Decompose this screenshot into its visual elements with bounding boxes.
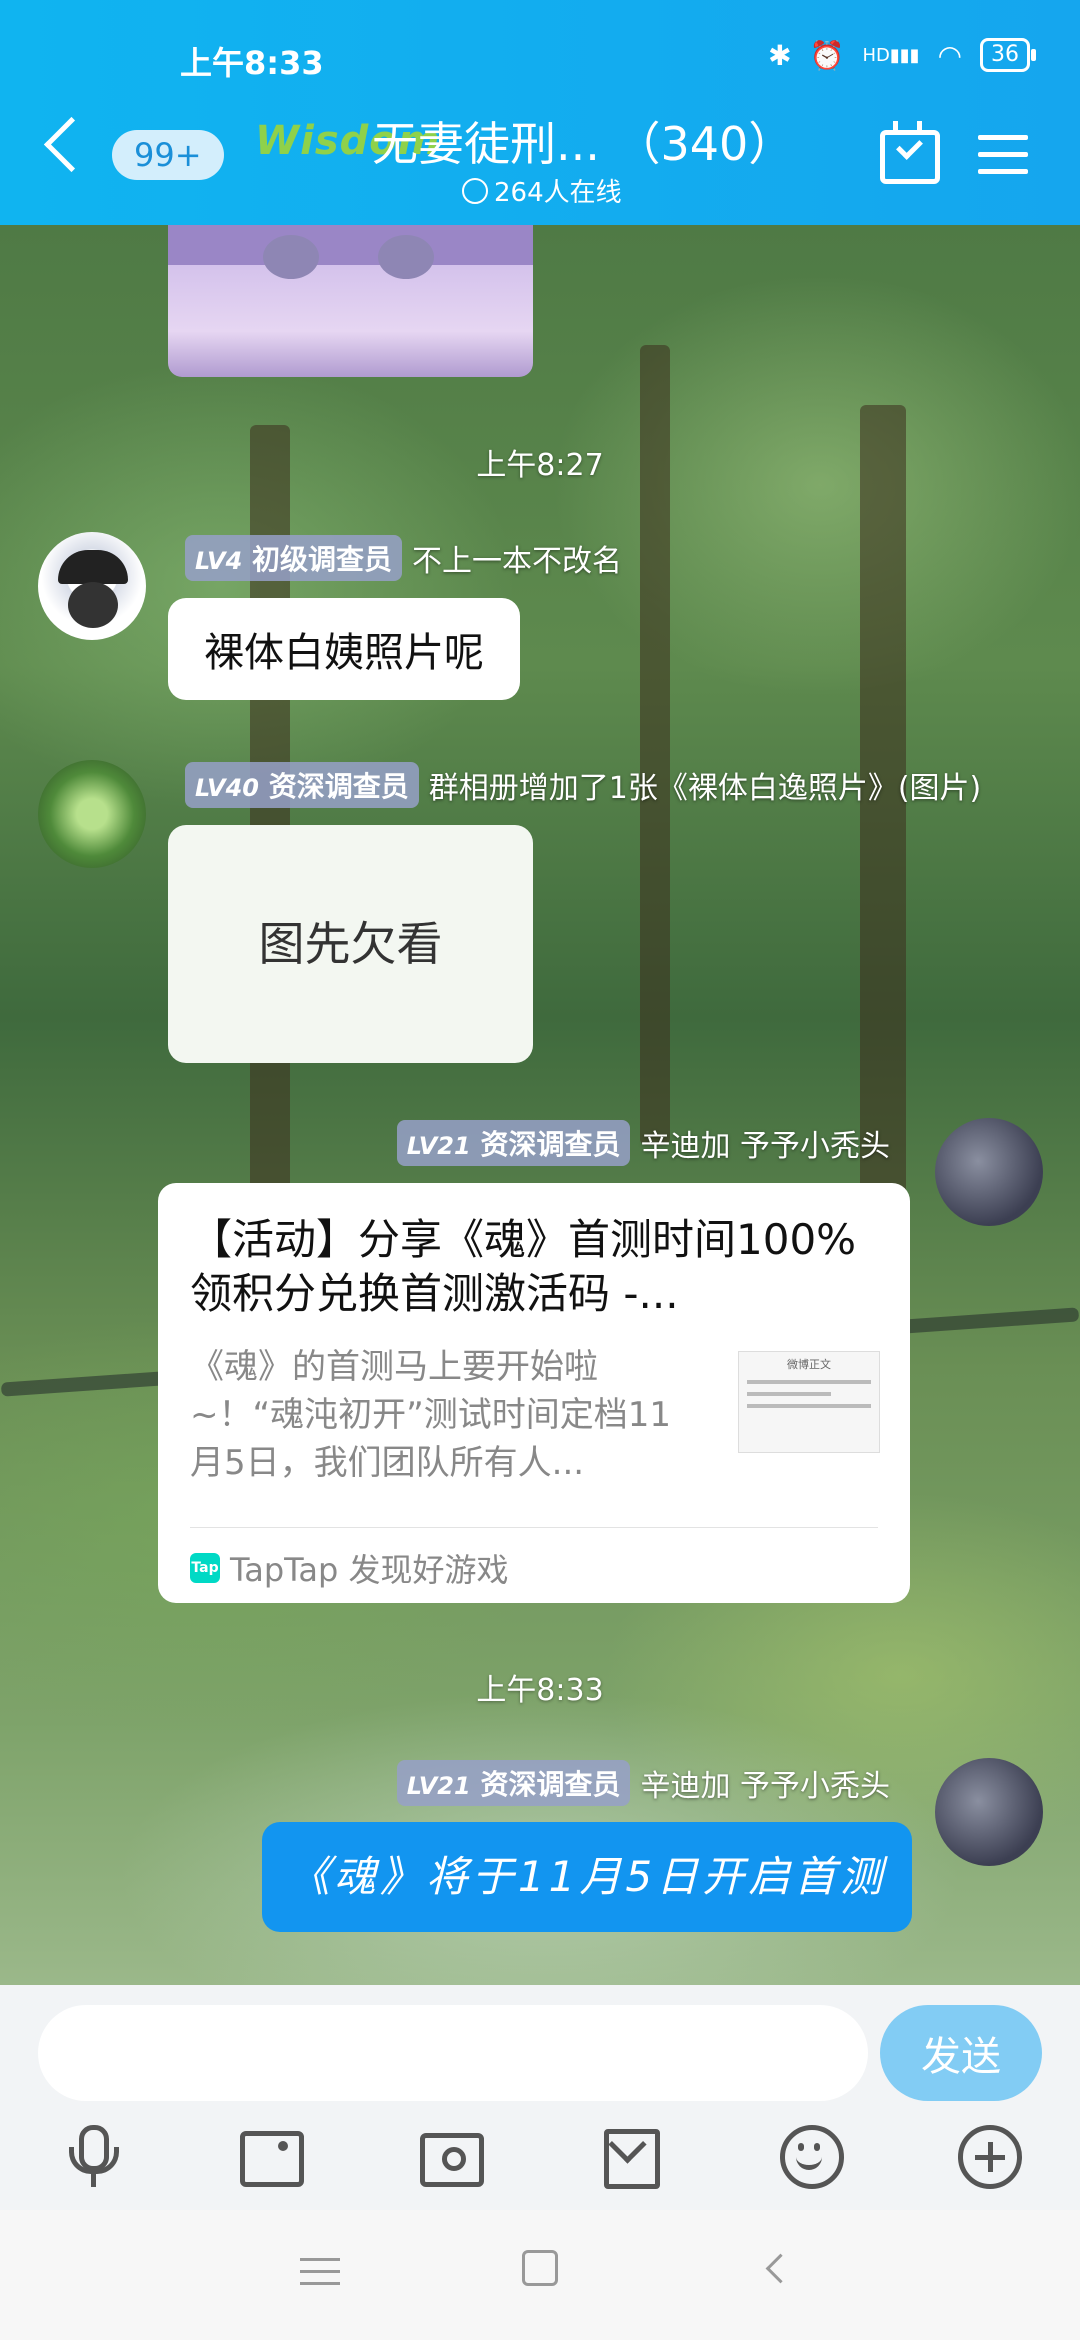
online-icon (462, 177, 488, 204)
group-title[interactable]: 无妻徒刑... （340） (372, 108, 794, 174)
image-icon[interactable] (240, 2125, 304, 2189)
plus-icon[interactable] (958, 2125, 1022, 2189)
wifi-icon: ◠ (937, 38, 962, 72)
camera-icon[interactable] (420, 2125, 484, 2189)
avatar[interactable] (935, 1758, 1043, 1866)
time-divider: 上午8:27 (476, 448, 604, 483)
avatar[interactable] (38, 532, 146, 640)
card-thumbnail: 微博正文 (738, 1351, 880, 1453)
envelope-icon[interactable] (600, 2125, 664, 2189)
image-placeholder[interactable]: 图先欠看 (168, 825, 533, 1063)
card-source: Tap TapTap 发现好游戏 (190, 1545, 509, 1591)
send-button[interactable]: 发送 (880, 2005, 1042, 2101)
avatar[interactable] (38, 760, 146, 868)
sender-name[interactable]: 辛迪加 予予小秃头 (640, 1761, 890, 1805)
online-status: 264人在线 (462, 172, 622, 209)
image-message[interactable] (168, 225, 533, 377)
calendar-check-icon[interactable] (880, 121, 940, 184)
sender-name[interactable]: 不上一本不改名 (412, 536, 622, 580)
sender-info: LV21 资深调查员 辛迪加 予予小秃头 (396, 1760, 890, 1806)
menu-icon[interactable] (978, 135, 1028, 175)
microphone-icon[interactable] (62, 2125, 126, 2189)
alarm-icon: ⏰ (809, 38, 845, 72)
unread-badge[interactable]: 99+ (112, 130, 224, 180)
status-time: 上午8:33 (180, 44, 324, 82)
source-label: TapTap 发现好游戏 (230, 1551, 509, 1589)
recent-apps-icon[interactable] (300, 2250, 340, 2290)
emoji-icon[interactable] (780, 2125, 844, 2189)
system-nav-bar (0, 2210, 1080, 2340)
back-nav-icon[interactable] (760, 2250, 800, 2290)
sender-info: LV40 资深调查员 群相册增加了1张《裸体白逸照片》(图片) (185, 762, 981, 808)
chat-background (0, 225, 1080, 1985)
online-count: 264人在线 (494, 178, 622, 208)
level-badge: LV4 初级调查员 (185, 535, 403, 581)
card-title: 【活动】分享《魂》首测时间100%领积分兑换首测激活码 -... (190, 1215, 857, 1318)
bluetooth-icon: ✱ (768, 38, 792, 72)
level-badge: LV21 资深调查员 (396, 1120, 631, 1166)
divider (190, 1527, 878, 1528)
level-badge: LV21 资深调查员 (396, 1760, 631, 1806)
sender-name[interactable]: 辛迪加 予予小秃头 (640, 1121, 890, 1165)
sender-name[interactable]: 群相册增加了1张《裸体白逸照片》(图片) (429, 763, 982, 807)
top-bar: 上午8:33 ✱ ⏰ HD▮▮▮ ◠ 36 99+ Wisdom 无妻徒刑...… (0, 0, 1080, 225)
message-input[interactable] (38, 2005, 868, 2101)
avatar[interactable] (935, 1118, 1043, 1226)
signal-icon: HD▮▮▮ (862, 44, 920, 66)
back-button[interactable] (43, 116, 100, 173)
card-description: 《魂》的首测马上要开始啦~！“魂沌初开”测试时间定档11月5日，我们团队所有人.… (190, 1347, 671, 1483)
text-bubble[interactable]: 裸体白姨照片呢 (168, 598, 520, 700)
link-card[interactable]: 【活动】分享《魂》首测时间100%领积分兑换首测激活码 -... 《魂》的首测马… (158, 1183, 910, 1603)
time-divider: 上午8:33 (476, 1673, 604, 1708)
taptap-icon: Tap (190, 1553, 220, 1583)
input-area: 发送 (0, 1985, 1080, 2210)
home-icon[interactable] (522, 2250, 562, 2290)
battery-icon: 36 (980, 38, 1036, 72)
text-bubble[interactable]: 《魂》将于11月5日开启首测 (262, 1822, 912, 1932)
status-icons: ✱ ⏰ HD▮▮▮ ◠ 36 (768, 38, 1036, 72)
sender-info: LV4 初级调查员 不上一本不改名 (185, 535, 622, 581)
sender-info: LV21 资深调查员 辛迪加 予予小秃头 (396, 1120, 890, 1166)
level-badge: LV40 资深调查员 (185, 762, 419, 808)
